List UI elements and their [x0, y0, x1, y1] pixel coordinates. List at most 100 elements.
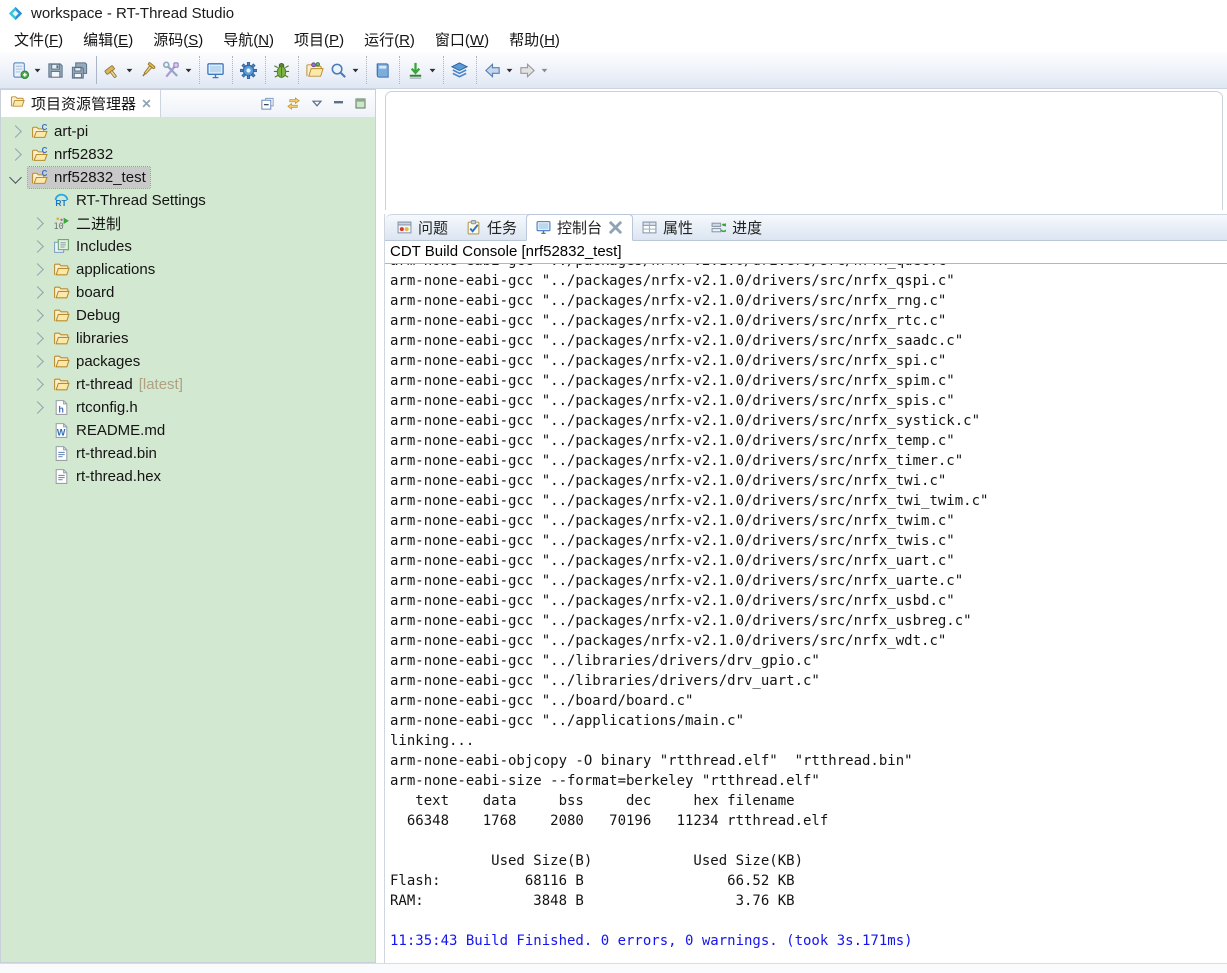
- tree-item-applications[interactable]: applications: [1, 258, 375, 281]
- view-menu-icon[interactable]: [312, 100, 322, 107]
- tree-item-body[interactable]: rt-thread.bin: [50, 443, 161, 464]
- tree-item-rt-thread.hex[interactable]: rt-thread.hex: [1, 465, 375, 488]
- close-icon[interactable]: [608, 220, 623, 235]
- console-line: arm-none-eabi-gcc "../packages/nrfx-v2.1…: [390, 511, 1227, 531]
- menu-item-run[interactable]: 运行(R): [354, 26, 425, 53]
- menu-item-label: 编辑(: [83, 32, 118, 49]
- open-packages-button[interactable]: [302, 58, 326, 82]
- folder-icon: [53, 284, 70, 301]
- includes-icon: [53, 238, 70, 255]
- tree-item-body[interactable]: Debug: [50, 305, 124, 326]
- bin-file-icon: [53, 468, 70, 485]
- link-with-editor-button[interactable]: [286, 96, 301, 111]
- minimize-button[interactable]: [333, 99, 344, 109]
- debug-button[interactable]: [269, 58, 293, 82]
- tree-item-libraries[interactable]: libraries: [1, 327, 375, 350]
- maximize-button[interactable]: [355, 98, 366, 109]
- tree-item-body[interactable]: applications: [50, 259, 159, 280]
- build-settings-button[interactable]: [159, 58, 183, 82]
- menu-item-help[interactable]: 帮助(H): [499, 26, 570, 53]
- forward-dropdown-icon[interactable]: [539, 58, 550, 82]
- console-partial-line: arm-none-eabi-gcc "../packages/nrfx-v2.1…: [390, 264, 1227, 271]
- tree-item-rt-thread-settings[interactable]: RTRT-Thread Settings: [1, 189, 375, 212]
- tree-item-board[interactable]: board: [1, 281, 375, 304]
- twisty-collapsed-icon[interactable]: [9, 125, 22, 138]
- import-dropdown-icon[interactable]: [427, 58, 438, 82]
- twisty-expanded-icon[interactable]: [9, 171, 22, 184]
- tree-item-label: board: [76, 284, 114, 301]
- tree-item-debug[interactable]: Debug: [1, 304, 375, 327]
- build-settings-dropdown-icon[interactable]: [183, 58, 194, 82]
- tree-item-body[interactable]: hrtconfig.h: [50, 397, 142, 418]
- search-dropdown-icon[interactable]: [350, 58, 361, 82]
- twisty-collapsed-icon[interactable]: [9, 148, 22, 161]
- tab-label: 问题: [418, 217, 448, 238]
- tab-problems[interactable]: 问题: [388, 214, 457, 240]
- search-button[interactable]: [326, 58, 350, 82]
- console-output[interactable]: arm-none-eabi-gcc "../packages/nrfx-v2.1…: [385, 264, 1227, 951]
- tab-console[interactable]: 控制台: [526, 214, 633, 241]
- twisty-collapsed-icon[interactable]: [31, 240, 44, 253]
- console-title: CDT Build Console [nrf52832_test]: [385, 241, 1227, 264]
- tree-item-body[interactable]: Cnrf52832_test: [28, 167, 150, 188]
- folder-icon: [53, 353, 70, 370]
- settings-gear-button[interactable]: [236, 58, 260, 82]
- save-all-button[interactable]: [67, 58, 91, 82]
- help-book-button[interactable]: [370, 58, 394, 82]
- tree-item-body[interactable]: Includes: [50, 236, 136, 257]
- terminal-button[interactable]: [203, 58, 227, 82]
- collapse-all-button[interactable]: [260, 96, 275, 111]
- twisty-collapsed-icon[interactable]: [31, 355, 44, 368]
- tree-item-rt-thread[interactable]: rt-thread[latest]: [1, 373, 375, 396]
- tree-item-body[interactable]: packages: [50, 351, 144, 372]
- new-dropdown-icon[interactable]: [32, 58, 43, 82]
- tree-item-body[interactable]: Cnrf52832: [28, 144, 117, 165]
- tab-tasks[interactable]: 任务: [457, 214, 526, 240]
- twisty-collapsed-icon[interactable]: [31, 378, 44, 391]
- tree-item-art-pi[interactable]: Cart-pi: [1, 120, 375, 143]
- twisty-collapsed-icon[interactable]: [31, 286, 44, 299]
- import-button[interactable]: [403, 58, 427, 82]
- close-icon[interactable]: [142, 99, 151, 108]
- tree-item-body[interactable]: RTRT-Thread Settings: [50, 190, 210, 211]
- tree-item-nrf52832[interactable]: Cnrf52832: [1, 143, 375, 166]
- save-button[interactable]: [43, 58, 67, 82]
- forward-button[interactable]: [515, 58, 539, 82]
- editor-area[interactable]: [385, 91, 1223, 210]
- new-button[interactable]: [8, 58, 32, 82]
- menu-item-window[interactable]: 窗口(W): [425, 26, 499, 53]
- tree-item-二进制[interactable]: 10二进制: [1, 212, 375, 235]
- tree-item-rt-thread.bin[interactable]: rt-thread.bin: [1, 442, 375, 465]
- back-button[interactable]: [480, 58, 504, 82]
- tree-item-body[interactable]: WREADME.md: [50, 420, 169, 441]
- menu-item-project[interactable]: 项目(P): [284, 26, 354, 53]
- tree-item-body[interactable]: rt-thread[latest]: [50, 374, 187, 395]
- sdk-manager-button[interactable]: [447, 58, 471, 82]
- twisty-collapsed-icon[interactable]: [31, 217, 44, 230]
- twisty-collapsed-icon[interactable]: [31, 401, 44, 414]
- menu-item-navigate[interactable]: 导航(N): [213, 26, 284, 53]
- menu-item-source[interactable]: 源码(S): [143, 26, 213, 53]
- menu-item-edit[interactable]: 编辑(E): [73, 26, 143, 53]
- tab-project-explorer[interactable]: 项目资源管理器: [1, 90, 161, 117]
- back-dropdown-icon[interactable]: [504, 58, 515, 82]
- tree-item-body[interactable]: board: [50, 282, 118, 303]
- tree-item-nrf52832_test[interactable]: Cnrf52832_test: [1, 166, 375, 189]
- tree-item-body[interactable]: Cart-pi: [28, 121, 92, 142]
- tree-item-body[interactable]: rt-thread.hex: [50, 466, 165, 487]
- twisty-collapsed-icon[interactable]: [31, 263, 44, 276]
- tree-item-rtconfig.h[interactable]: hrtconfig.h: [1, 396, 375, 419]
- tree-item-body[interactable]: libraries: [50, 328, 133, 349]
- tab-properties[interactable]: 属性: [633, 214, 702, 240]
- build-button[interactable]: [100, 58, 124, 82]
- flash-download-button[interactable]: [135, 58, 159, 82]
- tree-item-readme.md[interactable]: WREADME.md: [1, 419, 375, 442]
- tree-item-packages[interactable]: packages: [1, 350, 375, 373]
- tree-item-body[interactable]: 10二进制: [50, 211, 125, 236]
- twisty-collapsed-icon[interactable]: [31, 309, 44, 322]
- build-dropdown-icon[interactable]: [124, 58, 135, 82]
- twisty-collapsed-icon[interactable]: [31, 332, 44, 345]
- tab-progress[interactable]: 进度: [702, 214, 771, 240]
- menu-item-file[interactable]: 文件(F): [4, 26, 73, 53]
- tree-item-includes[interactable]: Includes: [1, 235, 375, 258]
